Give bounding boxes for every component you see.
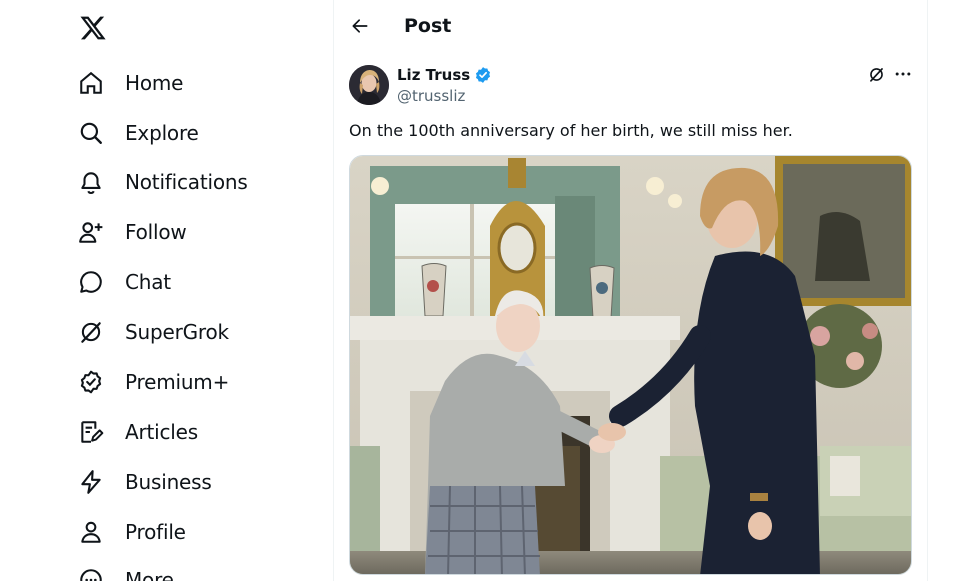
nav-label: Premium+: [125, 370, 230, 394]
nav-item-profile[interactable]: Profile: [78, 512, 186, 552]
grok-icon[interactable]: [866, 64, 886, 84]
post-text: On the 100th anniversary of her birth, w…: [349, 121, 793, 140]
home-icon: [78, 70, 104, 96]
nav-label: Business: [125, 470, 212, 494]
nav-item-explore[interactable]: Explore: [78, 113, 199, 153]
chat-icon: [78, 269, 104, 295]
nav-item-home[interactable]: Home: [78, 63, 183, 103]
nav-item-chat[interactable]: Chat: [78, 262, 171, 302]
articles-icon: [78, 419, 104, 445]
back-arrow-icon[interactable]: [348, 14, 372, 38]
nav-label: SuperGrok: [125, 320, 229, 344]
nav-item-follow[interactable]: Follow: [78, 212, 187, 252]
more-options-icon[interactable]: [892, 64, 914, 84]
nav-item-supergrok[interactable]: SuperGrok: [78, 312, 229, 352]
nav-label: Profile: [125, 520, 186, 544]
nav-label: Home: [125, 71, 184, 95]
author-name-text: Liz Truss: [397, 66, 471, 84]
nav-item-premium[interactable]: Premium+: [78, 362, 229, 402]
search-icon: [78, 120, 104, 146]
nav-label: Chat: [125, 270, 171, 294]
nav-item-more[interactable]: More: [78, 560, 174, 581]
nav-item-business[interactable]: Business: [78, 462, 212, 502]
person-icon: [78, 519, 104, 545]
verified-badge-icon[interactable]: [474, 66, 492, 84]
sidebar: Home Explore Notifications Follow Chat S…: [0, 0, 333, 581]
nav-item-notifications[interactable]: Notifications: [78, 162, 248, 202]
post-header: Post: [334, 0, 927, 53]
post-photo[interactable]: [349, 155, 912, 575]
follow-icon: [78, 219, 104, 245]
nav-label: Follow: [125, 220, 187, 244]
nav-item-articles[interactable]: Articles: [78, 412, 198, 452]
column-divider: [927, 0, 928, 581]
page-title: Post: [404, 15, 452, 37]
nav-label: Explore: [125, 121, 199, 145]
grok-icon: [78, 319, 104, 345]
lightning-icon: [78, 469, 104, 495]
author-handle[interactable]: @trussliz: [397, 87, 465, 105]
bell-icon: [78, 169, 104, 195]
author-name[interactable]: Liz Truss: [397, 66, 492, 84]
avatar[interactable]: [349, 65, 389, 105]
more-circle-icon: [78, 567, 104, 581]
verified-badge-icon: [78, 369, 104, 395]
main-column: Post Liz Truss @trussliz On the 100th an…: [334, 0, 927, 581]
x-logo-icon[interactable]: [79, 14, 107, 42]
nav-label: Articles: [125, 420, 198, 444]
nav-label: Notifications: [125, 170, 248, 194]
nav-label: More: [125, 568, 174, 581]
